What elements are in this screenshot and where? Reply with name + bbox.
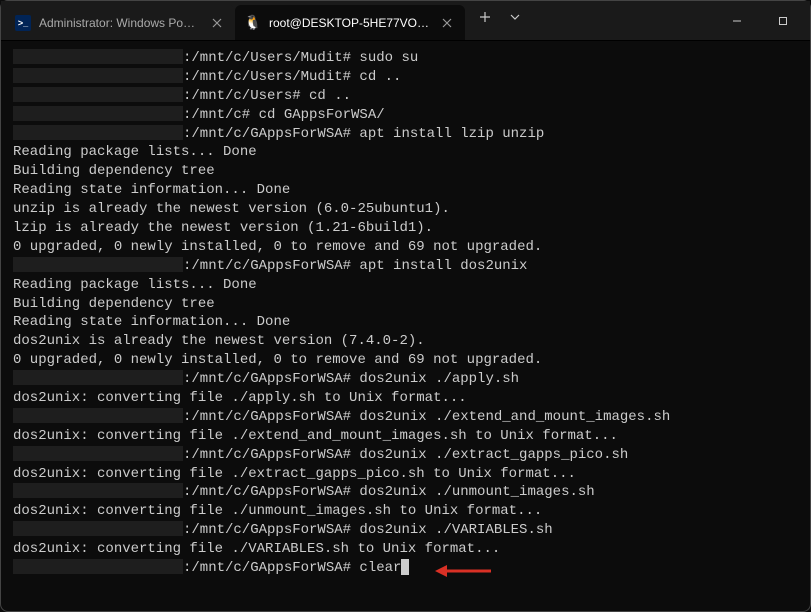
output-text: dos2unix: converting file ./VARIABLES.sh… bbox=[13, 540, 500, 559]
prompt-path: :/mnt/c/Users/Mudit# bbox=[183, 68, 351, 87]
terminal-line: :/mnt/c/GAppsForWSA# apt install dos2uni… bbox=[13, 257, 798, 276]
redacted-user-host bbox=[13, 408, 183, 423]
command-text: dos2unix ./VARIABLES.sh bbox=[351, 521, 553, 540]
new-tab-button[interactable] bbox=[469, 1, 501, 33]
terminal-line: Reading package lists... Done bbox=[13, 276, 798, 295]
command-text: cd .. bbox=[351, 68, 401, 87]
redacted-user-host bbox=[13, 257, 183, 272]
terminal-line: :/mnt/c/GAppsForWSA# dos2unix ./VARIABLE… bbox=[13, 521, 798, 540]
output-text: Building dependency tree bbox=[13, 162, 215, 181]
powershell-icon: >_ bbox=[15, 15, 31, 31]
output-text: unzip is already the newest version (6.0… bbox=[13, 200, 450, 219]
redacted-user-host bbox=[13, 87, 183, 102]
command-text: cd GAppsForWSA/ bbox=[250, 106, 384, 125]
redacted-user-host bbox=[13, 446, 183, 461]
terminal-line: :/mnt/c/GAppsForWSA# dos2unix ./extract_… bbox=[13, 446, 798, 465]
terminal-line: Building dependency tree bbox=[13, 295, 798, 314]
terminal-line: :/mnt/c# cd GAppsForWSA/ bbox=[13, 106, 798, 125]
prompt-path: :/mnt/c/Users# bbox=[183, 87, 301, 106]
window-controls bbox=[714, 5, 806, 37]
tab-label: Administrator: Windows PowerS bbox=[39, 16, 201, 30]
terminal-line: dos2unix: converting file ./apply.sh to … bbox=[13, 389, 798, 408]
output-text: 0 upgraded, 0 newly installed, 0 to remo… bbox=[13, 351, 542, 370]
redacted-user-host bbox=[13, 125, 183, 140]
prompt-path: :/mnt/c/Users/Mudit# bbox=[183, 49, 351, 68]
terminal-line: dos2unix is already the newest version (… bbox=[13, 332, 798, 351]
output-text: Building dependency tree bbox=[13, 295, 215, 314]
prompt-path: :/mnt/c/GAppsForWSA# bbox=[183, 446, 351, 465]
terminal-line: :/mnt/c/GAppsForWSA# dos2unix ./apply.sh bbox=[13, 370, 798, 389]
prompt-path: :/mnt/c# bbox=[183, 106, 250, 125]
tab-wsl[interactable]: 🐧 root@DESKTOP-5HE77VO: /mn bbox=[235, 5, 465, 40]
text-cursor bbox=[401, 559, 409, 575]
terminal-line: dos2unix: converting file ./unmount_imag… bbox=[13, 502, 798, 521]
output-text: Reading package lists... Done bbox=[13, 276, 257, 295]
command-text: dos2unix ./unmount_images.sh bbox=[351, 483, 595, 502]
terminal-line: Building dependency tree bbox=[13, 162, 798, 181]
redacted-user-host bbox=[13, 106, 183, 121]
maximize-button[interactable] bbox=[760, 5, 806, 37]
tab-dropdown-button[interactable] bbox=[501, 1, 529, 33]
command-text: apt install lzip unzip bbox=[351, 125, 544, 144]
terminal-line: :/mnt/c/Users/Mudit# cd .. bbox=[13, 68, 798, 87]
output-text: 0 upgraded, 0 newly installed, 0 to remo… bbox=[13, 238, 542, 257]
tab-strip: >_ Administrator: Windows PowerS 🐧 root@… bbox=[5, 1, 714, 40]
terminal-line: Reading package lists... Done bbox=[13, 143, 798, 162]
redacted-user-host bbox=[13, 370, 183, 385]
terminal-line: :/mnt/c/Users/Mudit# sudo su bbox=[13, 49, 798, 68]
terminal-output[interactable]: :/mnt/c/Users/Mudit# sudo su:/mnt/c/User… bbox=[1, 41, 810, 611]
output-text: Reading state information... Done bbox=[13, 313, 290, 332]
redacted-user-host bbox=[13, 521, 183, 536]
output-text: Reading state information... Done bbox=[13, 181, 290, 200]
terminal-line: dos2unix: converting file ./extend_and_m… bbox=[13, 427, 798, 446]
tux-icon: 🐧 bbox=[245, 15, 261, 31]
prompt-path: :/mnt/c/GAppsForWSA# bbox=[183, 483, 351, 502]
terminal-line: :/mnt/c/GAppsForWSA# dos2unix ./extend_a… bbox=[13, 408, 798, 427]
command-text: apt install dos2unix bbox=[351, 257, 527, 276]
terminal-line: :/mnt/c/GAppsForWSA# apt install lzip un… bbox=[13, 125, 798, 144]
terminal-line: 0 upgraded, 0 newly installed, 0 to remo… bbox=[13, 238, 798, 257]
redacted-user-host bbox=[13, 68, 183, 83]
terminal-line: unzip is already the newest version (6.0… bbox=[13, 200, 798, 219]
output-text: lzip is already the newest version (1.21… bbox=[13, 219, 433, 238]
tab-powershell[interactable]: >_ Administrator: Windows PowerS bbox=[5, 5, 235, 40]
redacted-user-host bbox=[13, 49, 183, 64]
redacted-user-host bbox=[13, 559, 183, 574]
terminal-line: Reading state information... Done bbox=[13, 181, 798, 200]
prompt-path: :/mnt/c/GAppsForWSA# bbox=[183, 559, 351, 578]
terminal-line: :/mnt/c/GAppsForWSA# clear bbox=[13, 559, 798, 578]
prompt-path: :/mnt/c/GAppsForWSA# bbox=[183, 521, 351, 540]
command-text: dos2unix ./extract_gapps_pico.sh bbox=[351, 446, 628, 465]
output-text: dos2unix: converting file ./unmount_imag… bbox=[13, 502, 542, 521]
titlebar: >_ Administrator: Windows PowerS 🐧 root@… bbox=[1, 1, 810, 41]
redacted-user-host bbox=[13, 483, 183, 498]
terminal-line: lzip is already the newest version (1.21… bbox=[13, 219, 798, 238]
prompt-path: :/mnt/c/GAppsForWSA# bbox=[183, 370, 351, 389]
tab-label: root@DESKTOP-5HE77VO: /mn bbox=[269, 16, 431, 30]
command-text: dos2unix ./apply.sh bbox=[351, 370, 519, 389]
command-text: dos2unix ./extend_and_mount_images.sh bbox=[351, 408, 670, 427]
close-icon[interactable] bbox=[209, 15, 225, 31]
minimize-button[interactable] bbox=[714, 5, 760, 37]
terminal-line: :/mnt/c/GAppsForWSA# dos2unix ./unmount_… bbox=[13, 483, 798, 502]
output-text: dos2unix: converting file ./apply.sh to … bbox=[13, 389, 467, 408]
prompt-path: :/mnt/c/GAppsForWSA# bbox=[183, 257, 351, 276]
command-text: cd .. bbox=[301, 87, 351, 106]
prompt-path: :/mnt/c/GAppsForWSA# bbox=[183, 125, 351, 144]
output-text: dos2unix is already the newest version (… bbox=[13, 332, 425, 351]
output-text: dos2unix: converting file ./extend_and_m… bbox=[13, 427, 618, 446]
terminal-line: Reading state information... Done bbox=[13, 313, 798, 332]
terminal-line: dos2unix: converting file ./VARIABLES.sh… bbox=[13, 540, 798, 559]
close-icon[interactable] bbox=[439, 15, 455, 31]
prompt-path: :/mnt/c/GAppsForWSA# bbox=[183, 408, 351, 427]
command-text: clear bbox=[351, 559, 401, 578]
command-text: sudo su bbox=[351, 49, 418, 68]
terminal-line: 0 upgraded, 0 newly installed, 0 to remo… bbox=[13, 351, 798, 370]
terminal-line: dos2unix: converting file ./extract_gapp… bbox=[13, 465, 798, 484]
output-text: dos2unix: converting file ./extract_gapp… bbox=[13, 465, 576, 484]
output-text: Reading package lists... Done bbox=[13, 143, 257, 162]
terminal-line: :/mnt/c/Users# cd .. bbox=[13, 87, 798, 106]
